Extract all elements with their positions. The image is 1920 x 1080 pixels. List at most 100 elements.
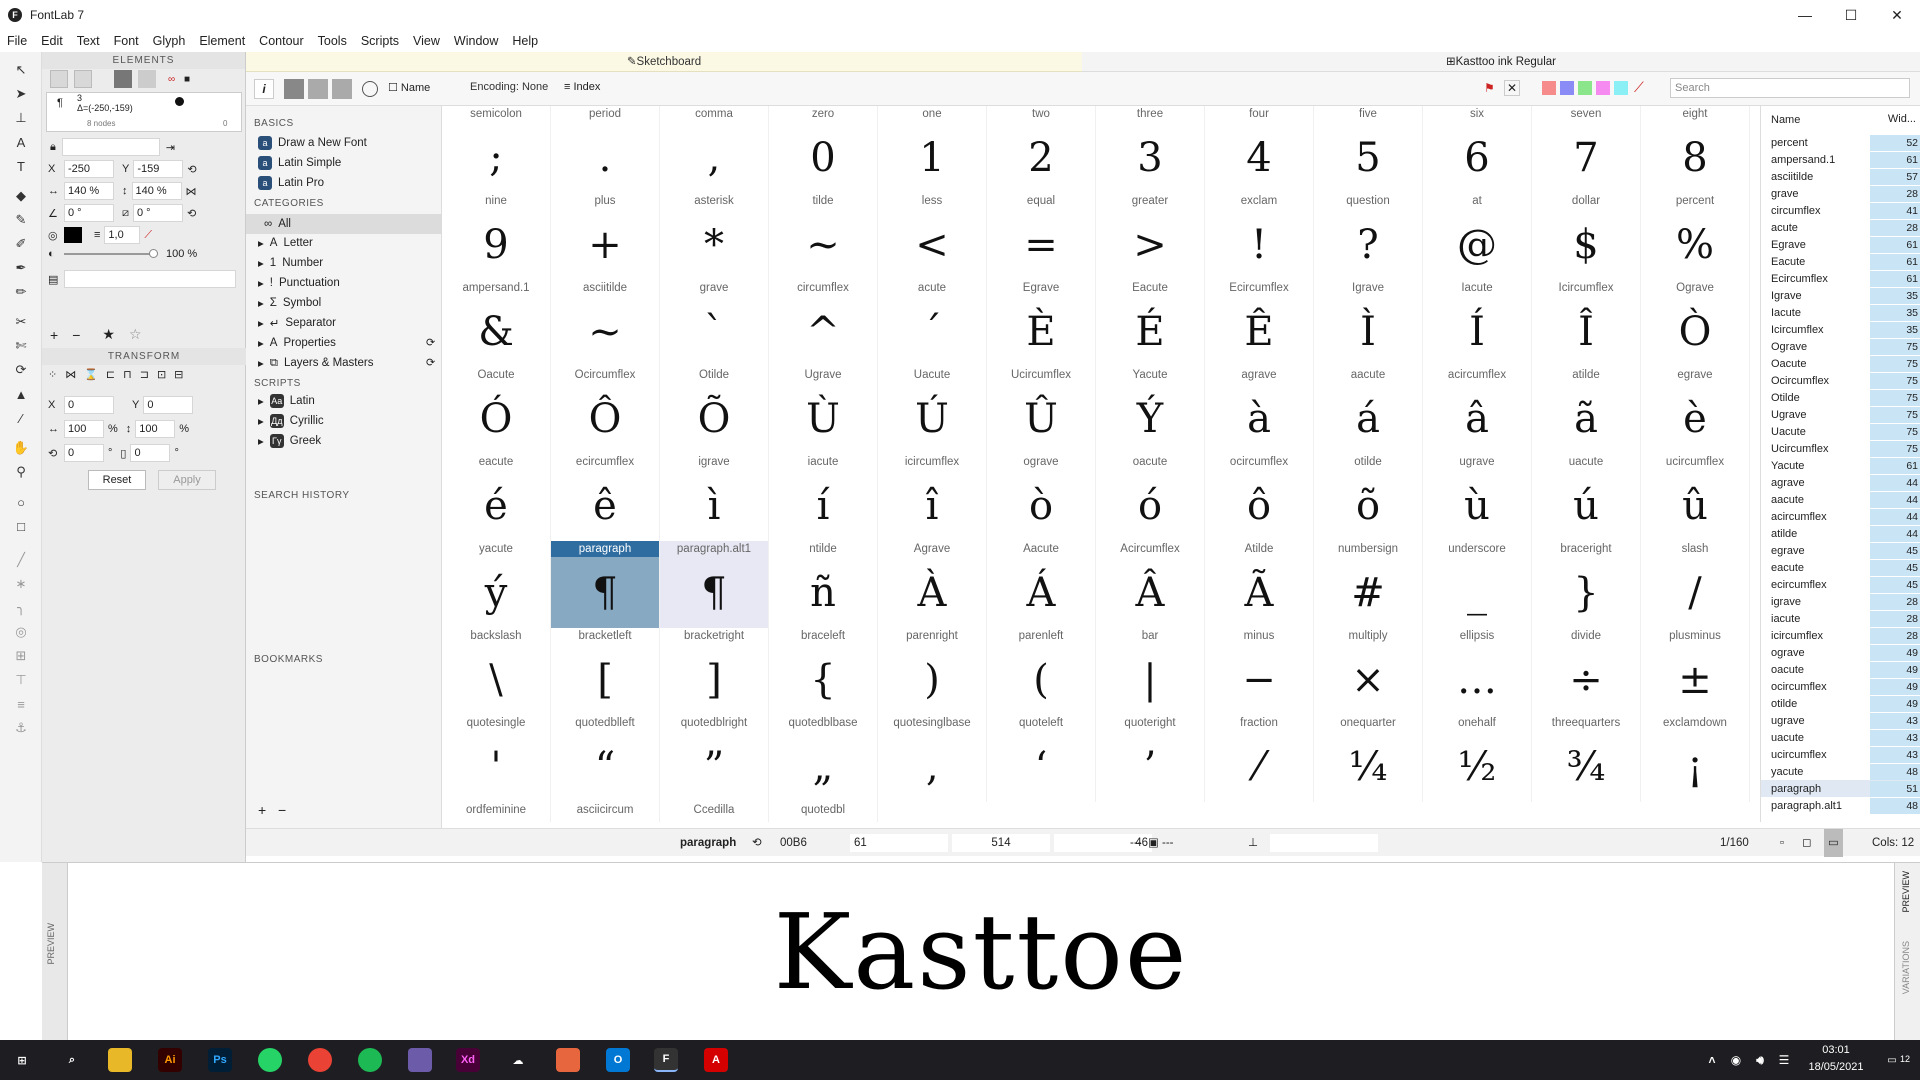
expand-icon[interactable]: ▸: [258, 236, 264, 250]
transform-x-field[interactable]: 0: [64, 396, 114, 414]
preview-text[interactable]: Kasttoe: [42, 863, 1920, 1041]
list-item[interactable]: circumflex 41: [1761, 202, 1920, 219]
column-name[interactable]: Name: [1771, 114, 1800, 126]
glyph-cell[interactable]: one 1: [878, 106, 987, 193]
element-grid-button[interactable]: [138, 70, 156, 88]
glyph-cell[interactable]: Ocircumflex Ô: [551, 367, 660, 454]
contour-tool-icon[interactable]: ↖: [13, 62, 29, 78]
medium-cell-icon[interactable]: ◻: [1802, 829, 1812, 857]
pencil-tool-icon[interactable]: ✐: [13, 236, 29, 252]
brush-tool-icon[interactable]: ✎: [13, 212, 29, 228]
glyph-cell[interactable]: multiply ×: [1314, 628, 1423, 715]
script-greek[interactable]: ▸ Γγ Greek: [258, 434, 321, 448]
rectangle-tool-icon[interactable]: □: [13, 518, 29, 534]
expand-icon[interactable]: ▸: [258, 296, 264, 310]
list-item[interactable]: Ucircumflex 75: [1761, 440, 1920, 457]
large-cell-icon[interactable]: ▭: [1824, 829, 1843, 857]
list-item[interactable]: yacute 48: [1761, 763, 1920, 780]
category-punctuation[interactable]: ▸! Punctuation: [258, 276, 340, 290]
clock-date[interactable]: 18/05/2021: [1806, 1061, 1866, 1073]
origin-grid-icon[interactable]: ⁘: [48, 368, 57, 381]
list-item[interactable]: Ugrave 75: [1761, 406, 1920, 423]
glyph-cell[interactable]: asciitilde ~: [551, 280, 660, 367]
filter-icon[interactable]: [362, 81, 378, 97]
glyph-cell[interactable]: quotesinglbase ‚: [878, 715, 987, 802]
element-name-field[interactable]: [61, 138, 160, 156]
hand-tool-icon[interactable]: ✋: [13, 440, 29, 456]
expand-icon[interactable]: ▸: [258, 256, 264, 270]
list-item[interactable]: Yacute 61: [1761, 457, 1920, 474]
menu-element[interactable]: Element: [192, 34, 252, 48]
list-item[interactable]: ecircumflex 45: [1761, 576, 1920, 593]
glyph-cell[interactable]: Acircumflex Â: [1096, 541, 1205, 628]
sketchboard-tab[interactable]: ✎Sketchboard: [246, 52, 1082, 72]
bucket-tool-icon[interactable]: ▲: [13, 386, 29, 402]
eraser-tool-icon[interactable]: ◆: [13, 188, 29, 204]
basics-item-latin-pro[interactable]: a Latin Pro: [258, 176, 324, 190]
glyph-cell[interactable]: uacute ú: [1532, 454, 1641, 541]
list-item[interactable]: Iacute 35: [1761, 304, 1920, 321]
search-icon[interactable]: ⌕: [60, 1048, 84, 1072]
list-item[interactable]: acute 28: [1761, 219, 1920, 236]
whatsapp-icon[interactable]: [258, 1048, 282, 1072]
sidebar-right-toggle[interactable]: [332, 79, 352, 99]
link-icon[interactable]: ∞: [168, 74, 178, 85]
rotate-tool-icon[interactable]: ⟳: [13, 362, 29, 378]
list-item[interactable]: Egrave 61: [1761, 236, 1920, 253]
list-item[interactable]: eacute 45: [1761, 559, 1920, 576]
category-number[interactable]: ▸ 1 Number: [258, 256, 323, 270]
expand-icon[interactable]: ▸: [258, 276, 264, 290]
glyph-cell[interactable]: Egrave È: [987, 280, 1096, 367]
list-item[interactable]: acircumflex 44: [1761, 508, 1920, 525]
menu-file[interactable]: File: [0, 34, 34, 48]
close-button[interactable]: ✕: [1874, 0, 1920, 30]
list-item[interactable]: paragraph 51: [1761, 780, 1920, 797]
glyph-cell[interactable]: ucircumflex û: [1641, 454, 1750, 541]
grid-tool-icon[interactable]: ⊞: [13, 648, 29, 664]
glyph-cell[interactable]: ordfeminine: [442, 802, 551, 822]
node-tool-icon[interactable]: ∗: [13, 576, 29, 592]
glyph-cell[interactable]: tilde ~: [769, 193, 878, 280]
glyph-cell[interactable]: ugrave ù: [1423, 454, 1532, 541]
glyph-cell[interactable]: Ugrave Ù: [769, 367, 878, 454]
glyph-cell[interactable]: onequarter ¼: [1314, 715, 1423, 802]
glyph-cell[interactable]: paragraph ¶: [551, 541, 660, 628]
glyph-cell[interactable]: Atilde Ã: [1205, 541, 1314, 628]
stroke-width-field[interactable]: 1,0: [104, 226, 141, 244]
basics-item-latin-simple[interactable]: a Latin Simple: [258, 156, 341, 170]
glyph-cell[interactable]: five 5: [1314, 106, 1423, 193]
glyph-cell[interactable]: comma,: [660, 106, 769, 193]
color-cyan-swatch[interactable]: [1614, 81, 1628, 95]
glyph-cell[interactable]: minus −: [1205, 628, 1314, 715]
fontlab-icon[interactable]: F: [654, 1048, 678, 1072]
clock-time[interactable]: 03:01: [1806, 1044, 1866, 1056]
flip-v-icon[interactable]: ⌛: [84, 368, 98, 381]
element-copy-button[interactable]: [74, 70, 92, 88]
glyph-cell[interactable]: underscore _: [1423, 541, 1532, 628]
add-bookmark-button[interactable]: +: [258, 802, 266, 818]
glyph-cell[interactable]: divide ÷: [1532, 628, 1641, 715]
list-item[interactable]: Igrave 35: [1761, 287, 1920, 304]
scale-x-field[interactable]: 140 %: [64, 182, 114, 200]
scale-y-field[interactable]: 140 %: [131, 182, 182, 200]
expand-icon[interactable]: ▸: [258, 316, 264, 330]
glyph-cell[interactable]: igrave ì: [660, 454, 769, 541]
list-item[interactable]: Ecircumflex 61: [1761, 270, 1920, 287]
knife-tool-icon[interactable]: ✂: [13, 314, 29, 330]
expand-icon[interactable]: ▸: [258, 394, 264, 408]
glyph-cell[interactable]: backslash \: [442, 628, 551, 715]
align-right-icon[interactable]: ⊐: [140, 368, 149, 381]
basics-item-draw[interactable]: a Draw a New Font: [258, 136, 367, 150]
reset-position-icon[interactable]: ⟲: [187, 163, 196, 176]
glyph-cell[interactable]: bar |: [1096, 628, 1205, 715]
glyph-cell[interactable]: braceright}: [1532, 541, 1641, 628]
small-cell-icon[interactable]: ▫: [1780, 829, 1784, 857]
kerning-tool-icon[interactable]: A: [13, 134, 29, 150]
corner-tool-icon[interactable]: ╮: [13, 600, 29, 616]
reset-button[interactable]: Reset: [88, 470, 146, 490]
list-item[interactable]: percent 52: [1761, 134, 1920, 151]
glyph-cell[interactable]: plusminus ±: [1641, 628, 1750, 715]
note-field[interactable]: [64, 270, 237, 288]
flip-h-icon[interactable]: ⋈: [65, 368, 76, 381]
font-window-tab[interactable]: ⊞Kasttoo ink Regular: [1082, 52, 1920, 72]
